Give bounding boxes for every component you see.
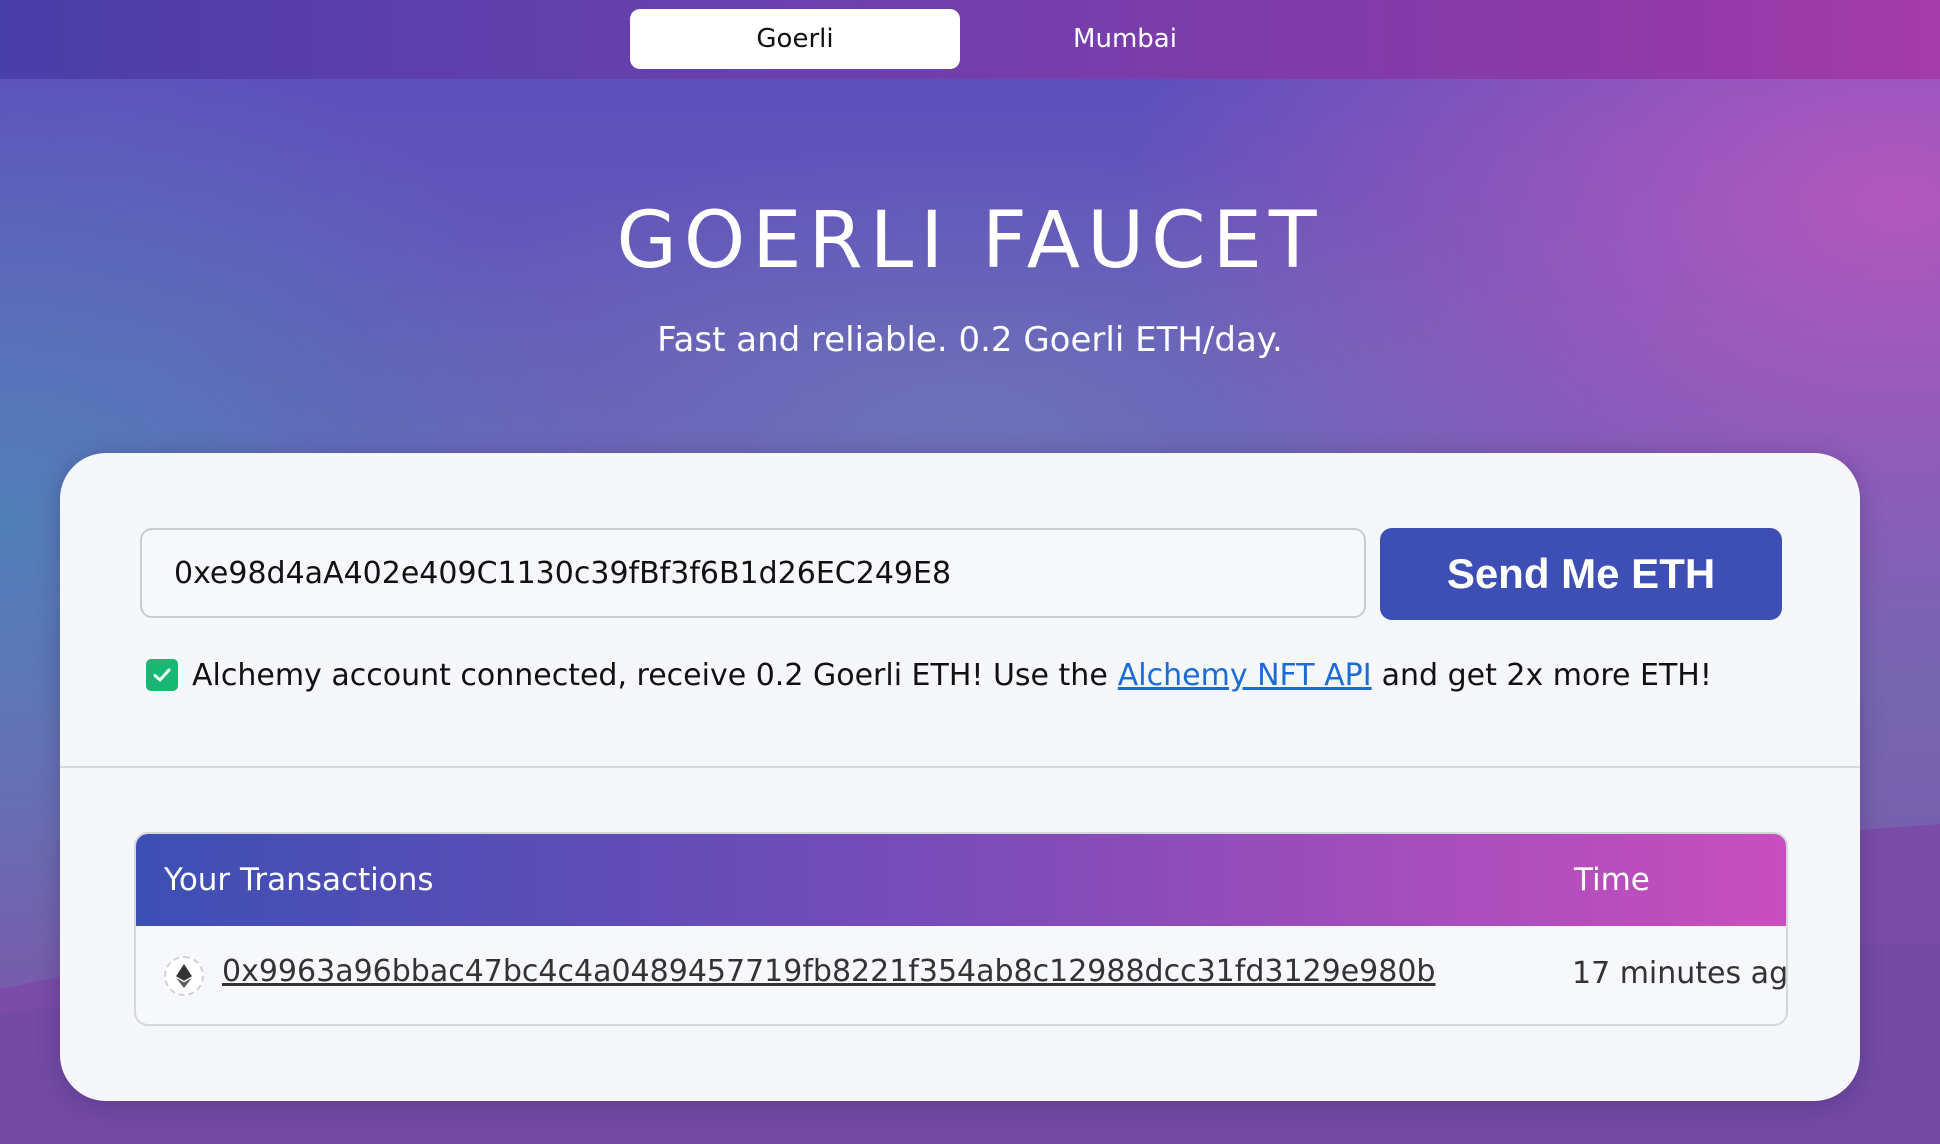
network-tab-bar: Goerli Mumbai xyxy=(0,0,1940,79)
notice-text-before: Alchemy account connected, receive 0.2 G… xyxy=(192,657,1108,693)
page-subtitle: Fast and reliable. 0.2 Goerli ETH/day. xyxy=(657,320,1283,360)
transaction-hash-link[interactable]: 0x9963a96bbac47bc4c4a0489457719fb8221f35… xyxy=(222,954,1435,989)
notice-text-after: and get 2x more ETH! xyxy=(1381,657,1712,693)
tab-mumbai[interactable]: Mumbai xyxy=(960,9,1290,69)
alchemy-nft-api-link[interactable]: Alchemy NFT API xyxy=(1118,658,1372,693)
transactions-table: Your Transactions Time 0x9963a96bbac47bc… xyxy=(134,832,1788,1026)
transaction-time: 17 minutes ago xyxy=(1572,956,1788,991)
table-row: 0x9963a96bbac47bc4c4a0489457719fb8221f35… xyxy=(136,926,1788,1024)
send-me-eth-button[interactable]: Send Me ETH xyxy=(1380,528,1782,620)
divider xyxy=(60,766,1860,768)
tab-goerli[interactable]: Goerli xyxy=(630,9,960,69)
page-title: GOERLI FAUCET xyxy=(616,196,1324,286)
transactions-table-header: Your Transactions Time xyxy=(136,834,1786,926)
faucet-card: Send Me ETH Alchemy account connected, r… xyxy=(60,453,1860,1101)
header-your-transactions: Your Transactions xyxy=(164,862,434,898)
header-time: Time xyxy=(1574,862,1650,898)
check-icon[interactable] xyxy=(146,659,178,691)
wallet-address-input[interactable] xyxy=(140,528,1366,618)
alchemy-notice: Alchemy account connected, receive 0.2 G… xyxy=(146,653,1806,697)
ethereum-icon xyxy=(164,956,204,996)
